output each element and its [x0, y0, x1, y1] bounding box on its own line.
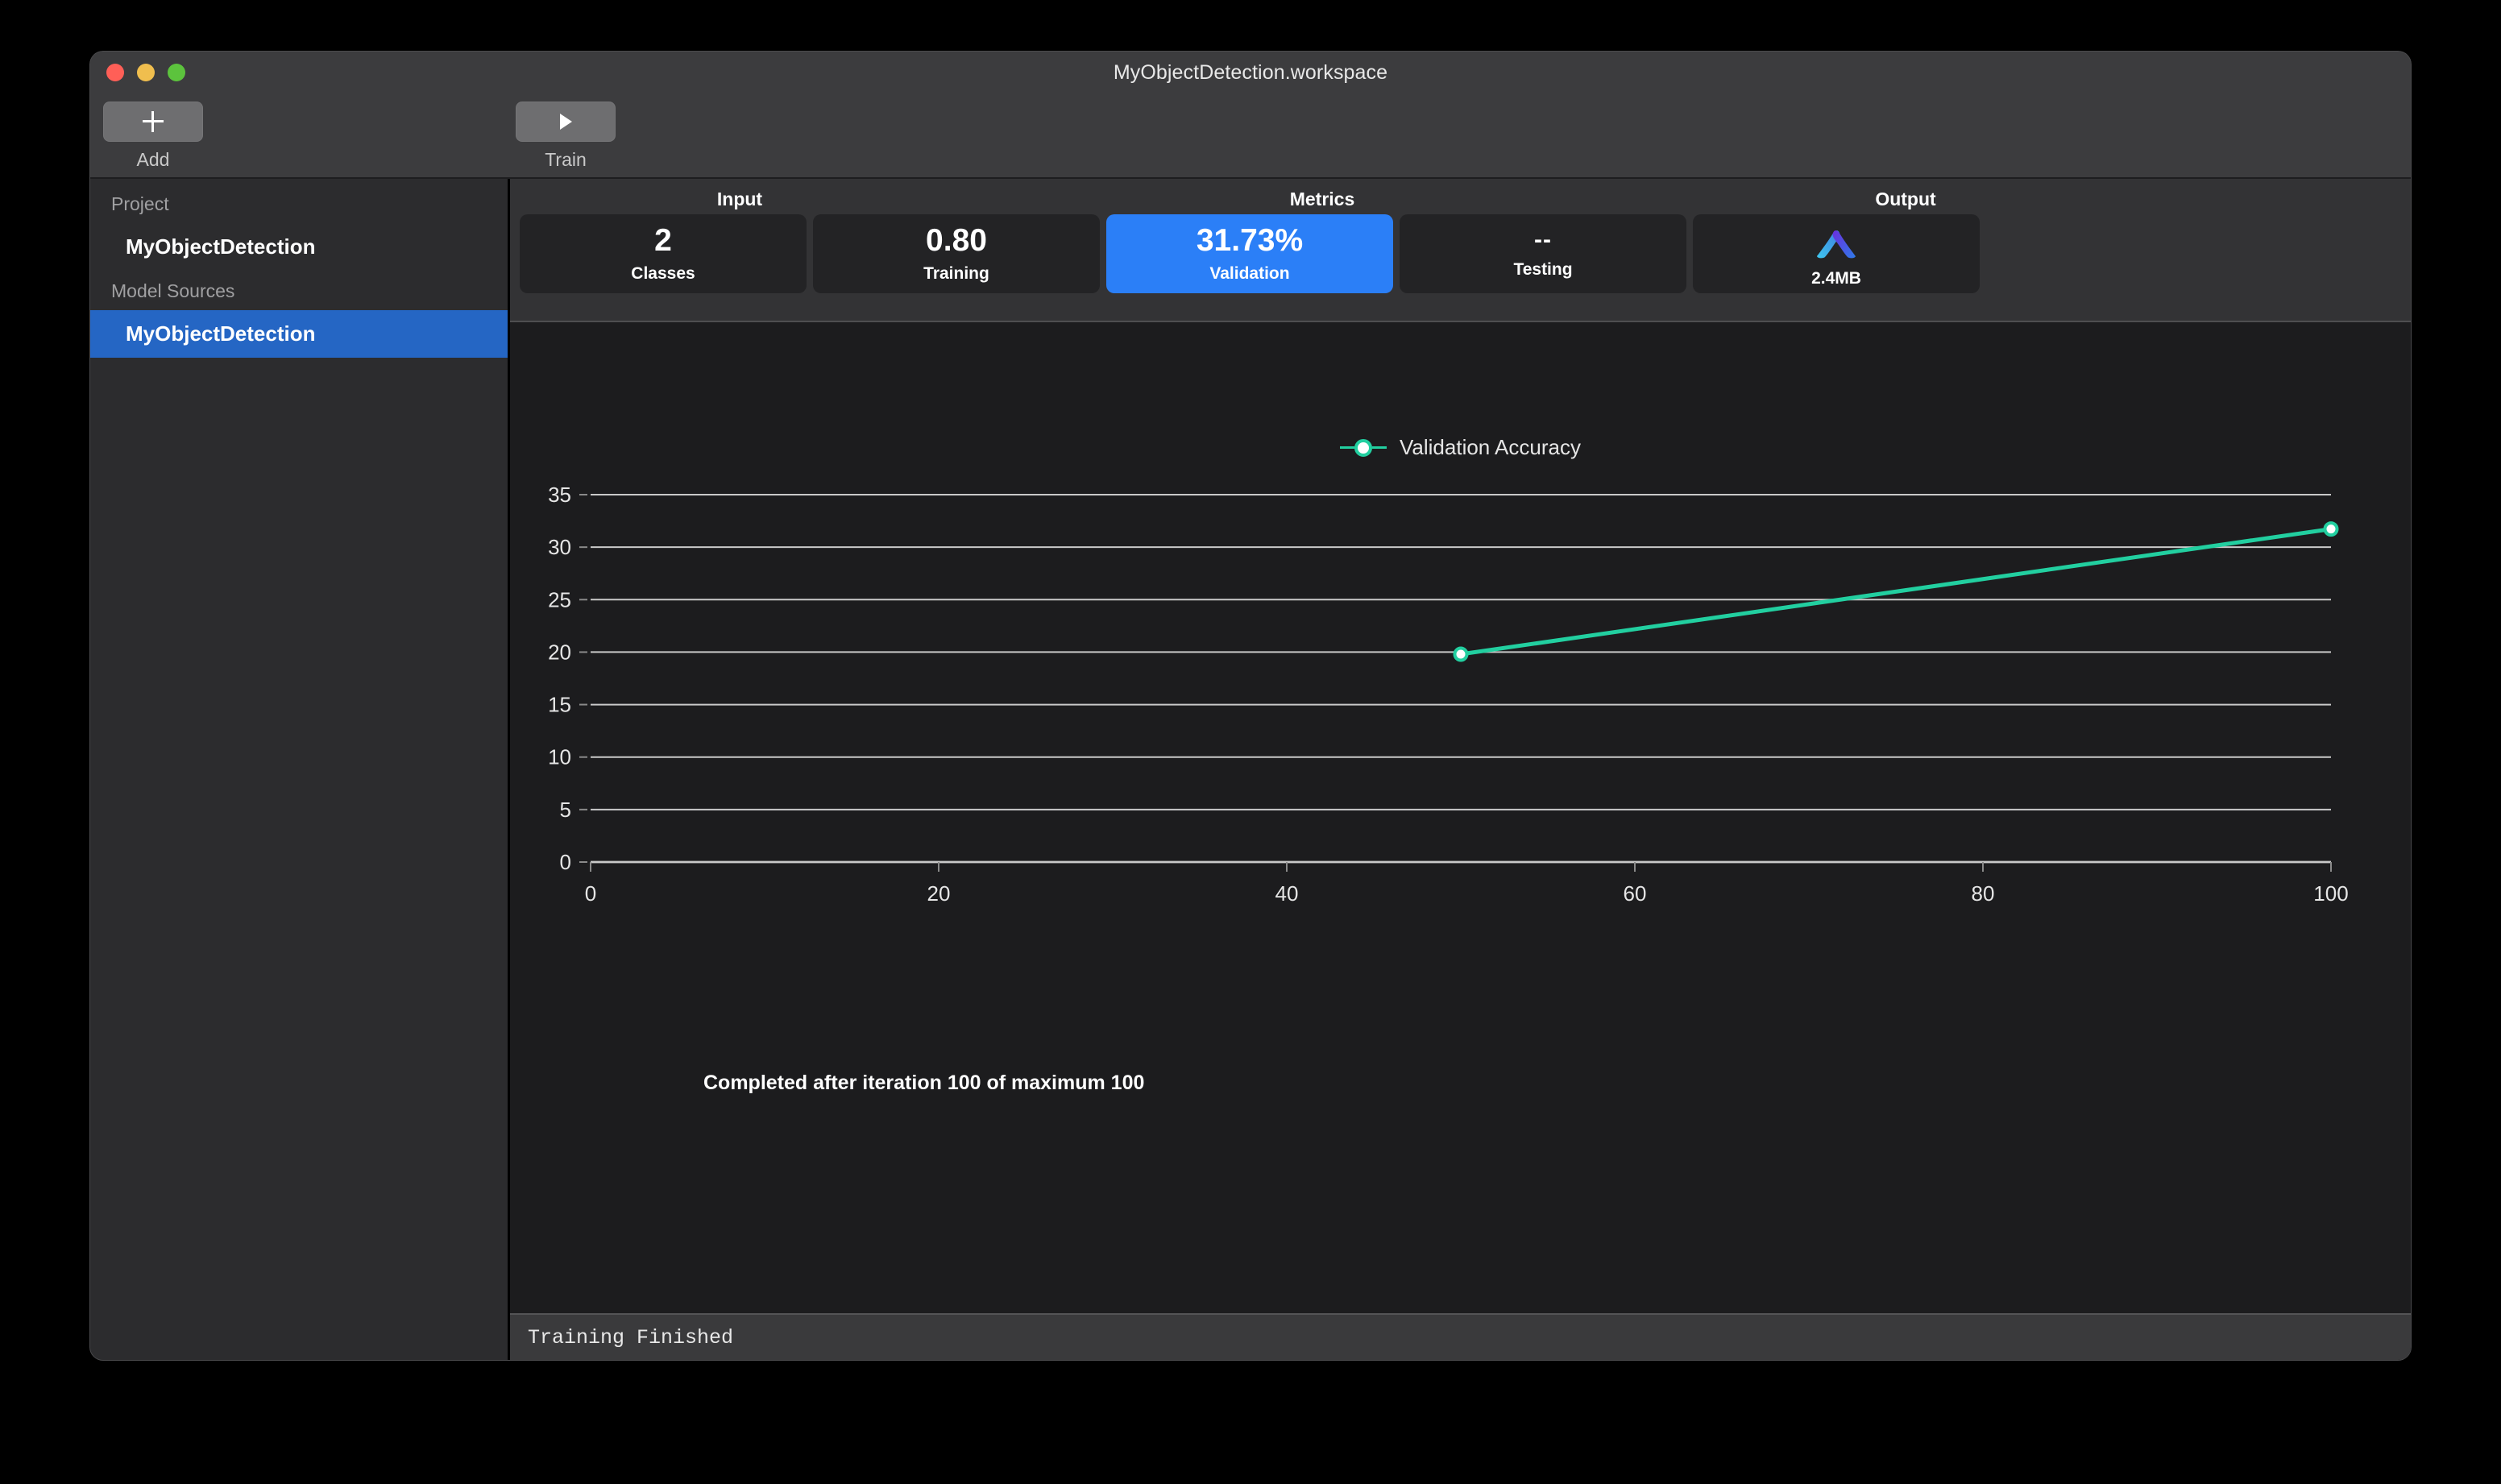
status-bar-text: Training Finished — [528, 1325, 734, 1349]
metric-label-testing: Testing — [1513, 260, 1573, 279]
add-button[interactable] — [103, 102, 203, 142]
metric-card-classes[interactable]: 2 Classes — [520, 214, 807, 293]
sidebar: Project MyObjectDetection Model Sources … — [90, 179, 510, 1360]
svg-text:40: 40 — [1275, 881, 1299, 906]
sidebar-item-project-myobjectdetection[interactable]: MyObjectDetection — [90, 223, 508, 271]
svg-text:0: 0 — [585, 881, 596, 906]
metric-label-validation: Validation — [1209, 263, 1290, 283]
metric-value-output-size: 2.4MB — [1811, 268, 1861, 288]
main-content: Input Metrics Output 2 Classes 0.80 Trai… — [510, 179, 2411, 1360]
legend-marker-validation-accuracy — [1340, 438, 1387, 457]
svg-text:25: 25 — [548, 587, 571, 611]
metric-value-testing: -- — [1534, 226, 1552, 253]
sidebar-section-header-project: Project — [111, 193, 169, 214]
train-button[interactable] — [516, 102, 616, 142]
toolbar: Add Train — [90, 93, 2411, 179]
svg-text:100: 100 — [2313, 881, 2348, 906]
svg-text:30: 30 — [548, 535, 571, 559]
line-chart: 0 5 10 15 20 25 30 35 0 20 40 60 80 100 — [548, 483, 2349, 906]
legend-dot-icon — [1354, 438, 1372, 457]
metric-card-testing[interactable]: -- Testing — [1400, 214, 1686, 293]
close-button[interactable] — [106, 64, 124, 81]
metric-card-output[interactable]: 2.4MB — [1693, 214, 1980, 293]
metrics-header: Input Metrics Output 2 Classes 0.80 Trai… — [510, 179, 2411, 322]
train-button-label: Train — [545, 149, 587, 170]
minimize-button[interactable] — [137, 64, 155, 81]
group-title-metrics: Metrics — [1289, 189, 1355, 209]
window-body: Project MyObjectDetection Model Sources … — [90, 179, 2411, 1360]
chart-plot-area: 0 5 10 15 20 25 30 35 0 20 40 60 80 100 — [510, 483, 2411, 935]
svg-text:80: 80 — [1972, 881, 1995, 906]
metric-value-training: 0.80 — [926, 222, 987, 258]
title-bar: MyObjectDetection.workspace — [90, 52, 2411, 93]
app-window: MyObjectDetection.workspace Add Train Pr… — [90, 52, 2411, 1360]
svg-text:10: 10 — [548, 745, 571, 769]
svg-text:60: 60 — [1624, 881, 1647, 906]
metric-label-classes: Classes — [631, 263, 695, 283]
training-completion-text: Completed after iteration 100 of maximum… — [703, 1072, 1145, 1094]
group-title-input: Input — [716, 189, 763, 209]
status-bar: Training Finished — [510, 1313, 2411, 1360]
plus-icon — [143, 111, 164, 132]
chart-legend: Validation Accuracy — [510, 435, 2411, 460]
zoom-button[interactable] — [168, 64, 185, 81]
metric-cards: 2 Classes 0.80 Training 31.73% Validatio… — [520, 214, 2401, 309]
svg-text:20: 20 — [927, 881, 951, 906]
metric-label-training: Training — [923, 263, 989, 283]
metric-value-validation: 31.73% — [1196, 222, 1304, 258]
sidebar-section-header-model-sources: Model Sources — [111, 280, 235, 301]
toolbar-item-add[interactable]: Add — [103, 102, 203, 171]
svg-text:0: 0 — [560, 850, 571, 874]
traffic-lights — [106, 64, 185, 81]
group-title-output: Output — [1875, 189, 1936, 209]
legend-label-validation-accuracy: Validation Accuracy — [1400, 435, 1581, 459]
metric-card-training[interactable]: 0.80 Training — [813, 214, 1100, 293]
play-icon — [559, 114, 572, 130]
toolbar-item-train[interactable]: Train — [516, 102, 616, 171]
sidebar-item-model-source-myobjectdetection[interactable]: MyObjectDetection — [90, 310, 508, 358]
coreml-icon — [1815, 220, 1858, 263]
metric-value-classes: 2 — [654, 222, 672, 258]
chart-panel: Validation Accuracy 0 5 10 15 20 25 30 35 0 20 40 6… — [510, 322, 2411, 1313]
svg-text:35: 35 — [548, 483, 571, 507]
svg-text:5: 5 — [560, 798, 571, 822]
metric-card-validation[interactable]: 31.73% Validation — [1106, 214, 1393, 293]
window-title: MyObjectDetection.workspace — [1113, 60, 1388, 84]
svg-text:20: 20 — [548, 640, 571, 664]
metric-group-titles: Input Metrics Output — [510, 179, 2411, 214]
add-button-label: Add — [136, 149, 170, 170]
svg-text:15: 15 — [548, 693, 571, 717]
